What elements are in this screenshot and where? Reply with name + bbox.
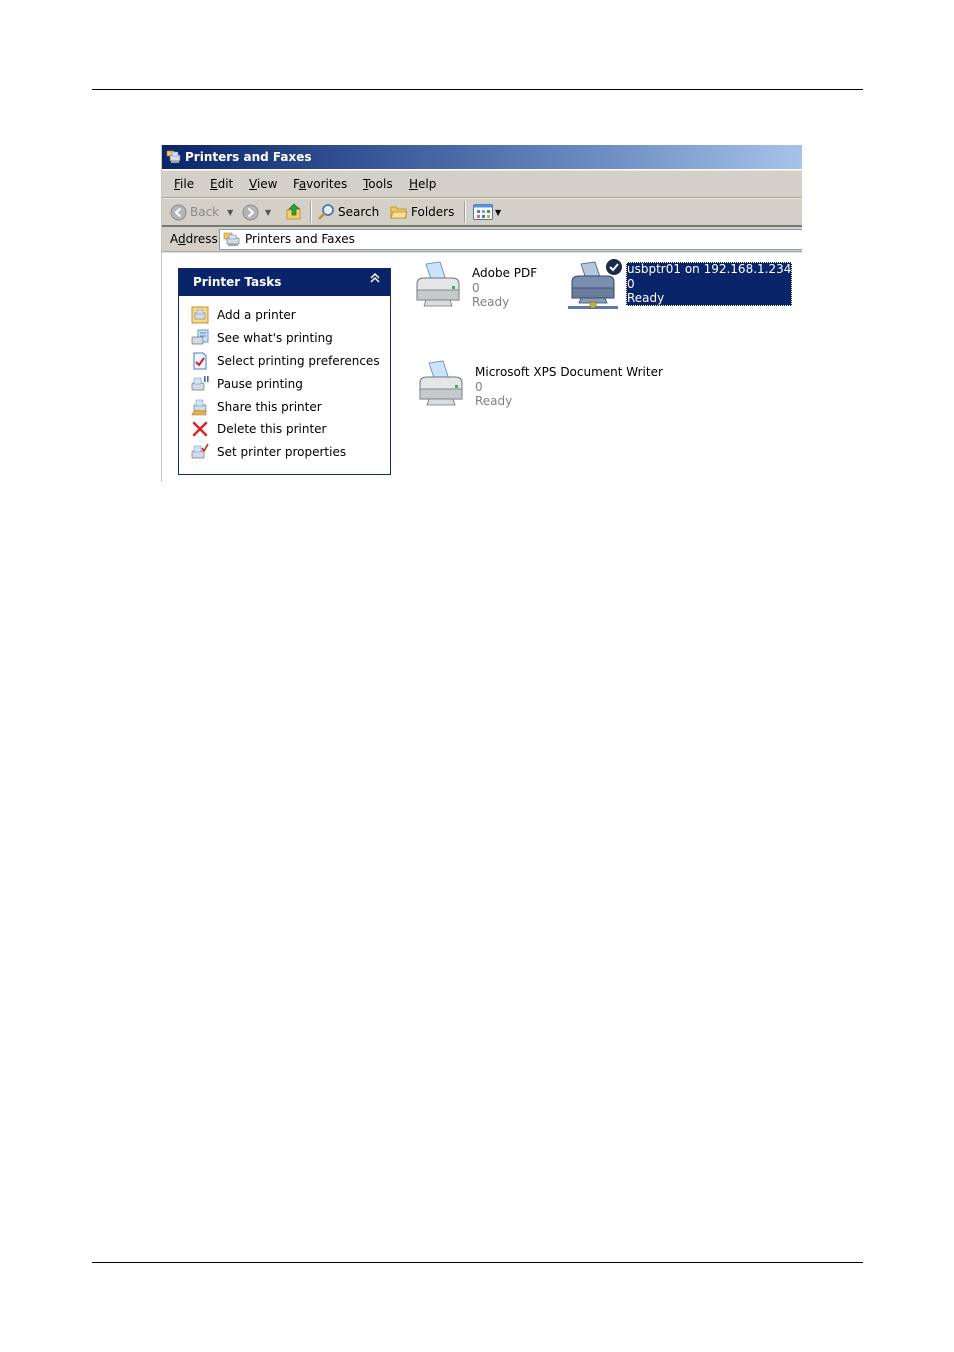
printer-tasks-title: Printer Tasks	[193, 275, 282, 289]
title-bar[interactable]: Printers and Faxes	[162, 145, 802, 169]
printers-and-faxes-window: Printers and Faxes File Edit View Favori…	[161, 145, 802, 482]
task-set-printer-properties[interactable]: Set printer properties	[191, 441, 390, 464]
views-button[interactable]: ▼	[473, 203, 501, 221]
back-button[interactable]: Back ▼	[170, 203, 233, 221]
printer-jobs: 0	[472, 280, 480, 295]
up-button[interactable]	[285, 203, 303, 221]
collapse-chevron-icon[interactable]	[370, 272, 380, 287]
task-see-whats-printing[interactable]: See what's printing	[191, 327, 390, 350]
printer-jobs: 0	[627, 276, 635, 291]
menu-favorites[interactable]: Favorites	[293, 177, 347, 191]
forward-dropdown-icon[interactable]: ▼	[265, 208, 271, 217]
footer-rule	[92, 1262, 863, 1263]
printers-folder-icon	[223, 232, 240, 246]
printers-folder-icon	[166, 150, 181, 163]
address-input[interactable]: Printers and Faxes	[219, 229, 802, 250]
address-value: Printers and Faxes	[245, 232, 355, 246]
menu-file[interactable]: File	[174, 177, 194, 191]
printer-item[interactable]: Adobe PDF 0 Ready	[412, 260, 542, 320]
search-magnifier-icon	[318, 204, 334, 220]
add-printer-icon	[191, 306, 209, 324]
printer-icon	[419, 360, 463, 406]
printer-name: Adobe PDF	[472, 266, 538, 280]
address-label: Address	[170, 232, 218, 246]
printer-name: Microsoft XPS Document Writer	[475, 365, 663, 379]
forward-button[interactable]: ▼	[242, 203, 271, 221]
toolbar: Back ▼ ▼ Search Folders ▼	[162, 198, 802, 227]
delete-x-icon	[192, 422, 208, 437]
search-button[interactable]: Search	[317, 203, 379, 221]
toolbar-separator	[464, 202, 466, 222]
task-share-printer[interactable]: Share this printer	[191, 395, 390, 418]
task-pause-printing[interactable]: Pause printing	[191, 372, 390, 395]
forward-arrow-icon	[242, 204, 259, 220]
menu-bar: File Edit View Favorites Tools Help	[162, 170, 802, 198]
printer-status: Ready	[472, 295, 510, 309]
share-printer-icon	[191, 399, 207, 415]
up-folder-icon	[286, 203, 301, 220]
default-printer-check-icon	[606, 259, 622, 275]
toolbar-separator	[310, 202, 312, 222]
menu-edit[interactable]: Edit	[210, 177, 233, 191]
window-title: Printers and Faxes	[185, 150, 312, 164]
back-arrow-icon	[170, 204, 187, 220]
folders-button[interactable]: Folders	[390, 203, 454, 221]
views-dropdown-icon[interactable]: ▼	[495, 208, 501, 217]
preferences-check-icon	[193, 352, 207, 370]
folders-icon	[390, 206, 408, 219]
menu-view[interactable]: View	[249, 177, 277, 191]
print-queue-icon	[191, 329, 209, 345]
task-delete-printer[interactable]: Delete this printer	[191, 418, 390, 441]
pause-printer-icon	[191, 375, 209, 391]
header-rule	[92, 89, 863, 90]
back-dropdown-icon[interactable]: ▼	[227, 208, 233, 217]
printer-item[interactable]: Microsoft XPS Document Writer 0 Ready	[415, 359, 663, 419]
address-bar: Address Printers and Faxes	[162, 227, 802, 252]
printer-list-pane: Printer Tasks Add a printer See what's p…	[162, 252, 802, 482]
printer-jobs: 0	[475, 379, 483, 394]
printer-status: Ready	[475, 394, 513, 408]
printer-tasks-panel: Printer Tasks Add a printer See what's p…	[178, 268, 391, 475]
printer-item-selected[interactable]: usbptr01 on 192.168.1.234 0 Ready	[567, 259, 793, 320]
printer-status: Ready	[627, 291, 665, 305]
printer-name: usbptr01 on 192.168.1.234	[627, 262, 792, 276]
printer-icon	[416, 261, 460, 307]
printer-tasks-header[interactable]: Printer Tasks	[179, 269, 390, 296]
task-select-printing-preferences[interactable]: Select printing preferences	[191, 350, 390, 373]
menu-help[interactable]: Help	[409, 177, 436, 191]
views-icon	[473, 204, 493, 220]
menu-tools[interactable]: Tools	[363, 177, 393, 191]
printer-properties-icon	[191, 443, 209, 459]
task-add-printer[interactable]: Add a printer	[191, 304, 390, 327]
